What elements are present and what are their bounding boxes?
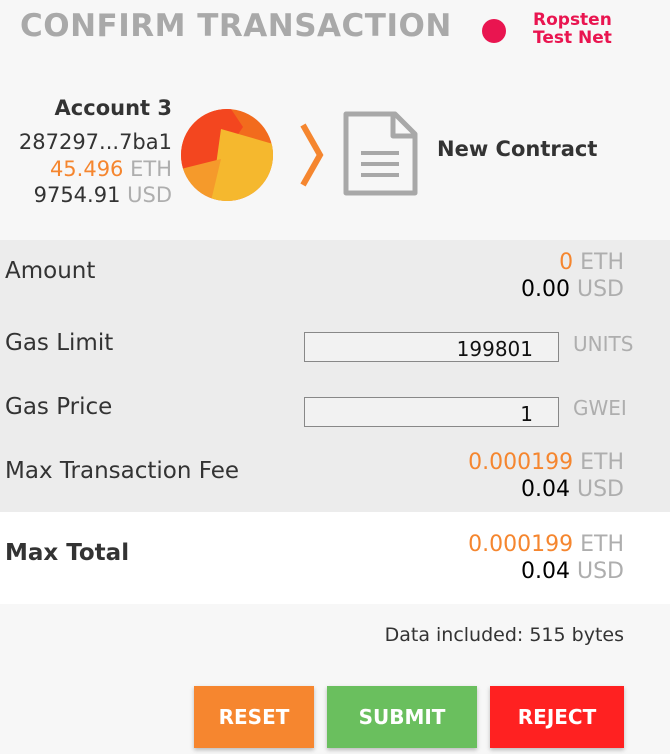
max-total-eth-unit: ETH bbox=[580, 532, 624, 557]
amount-usd-value: 0.00 bbox=[521, 277, 570, 302]
gas-price-unit: GWEI bbox=[573, 396, 627, 420]
account-address: 287297...7ba1 bbox=[18, 130, 172, 154]
gas-limit-unit: UNITS bbox=[573, 332, 634, 356]
chevron-right-icon bbox=[300, 122, 324, 192]
max-fee-usd-value: 0.04 bbox=[521, 477, 570, 502]
account-usd-balance: 9754.91 USD bbox=[34, 183, 172, 207]
eth-balance-unit: ETH bbox=[130, 157, 172, 181]
reject-button[interactable]: REJECT bbox=[490, 686, 624, 748]
document-icon bbox=[343, 111, 419, 201]
account-name: Account 3 bbox=[54, 96, 172, 120]
max-fee-usd: 0.04 USD bbox=[521, 477, 624, 502]
amount-eth-value: 0 bbox=[559, 250, 574, 275]
recipient-label: New Contract bbox=[437, 137, 598, 161]
amount-label: Amount bbox=[5, 258, 96, 284]
max-total-usd-value: 0.04 bbox=[521, 559, 570, 584]
usd-balance-unit: USD bbox=[127, 183, 172, 207]
network-name: Ropsten bbox=[533, 10, 612, 30]
account-avatar bbox=[181, 109, 273, 201]
gas-price-label: Gas Price bbox=[5, 394, 113, 420]
amount-usd: 0.00 USD bbox=[521, 277, 624, 302]
gas-limit-input[interactable] bbox=[304, 332, 559, 362]
submit-button[interactable]: SUBMIT bbox=[327, 686, 477, 748]
max-fee-eth-value: 0.000199 bbox=[468, 450, 574, 475]
max-fee-usd-unit: USD bbox=[576, 477, 624, 502]
max-total-label: Max Total bbox=[5, 540, 130, 566]
amount-eth: 0 ETH bbox=[559, 250, 624, 275]
max-total-usd-unit: USD bbox=[576, 559, 624, 584]
network-type: Test Net bbox=[533, 28, 612, 48]
usd-balance-value: 9754.91 bbox=[33, 183, 121, 207]
network-label[interactable]: Ropsten Test Net bbox=[533, 11, 612, 47]
max-total-eth-value: 0.000199 bbox=[468, 532, 574, 557]
reset-button[interactable]: RESET bbox=[194, 686, 314, 748]
max-fee-eth: 0.000199 ETH bbox=[468, 450, 624, 475]
page-title: CONFIRM TRANSACTION bbox=[20, 8, 452, 44]
amount-usd-unit: USD bbox=[576, 277, 624, 302]
network-status-dot bbox=[482, 19, 506, 43]
max-total-eth: 0.000199 ETH bbox=[468, 532, 624, 557]
gas-limit-label: Gas Limit bbox=[5, 330, 114, 356]
gas-price-input[interactable] bbox=[304, 397, 559, 427]
max-total-usd: 0.04 USD bbox=[521, 559, 624, 584]
amount-eth-unit: ETH bbox=[580, 250, 624, 275]
account-eth-balance: 45.496 ETH bbox=[50, 157, 172, 181]
data-included-note: Data included: 515 bytes bbox=[384, 624, 624, 646]
max-fee-eth-unit: ETH bbox=[580, 450, 624, 475]
max-fee-label: Max Transaction Fee bbox=[5, 458, 240, 484]
eth-balance-value: 45.496 bbox=[49, 157, 124, 181]
